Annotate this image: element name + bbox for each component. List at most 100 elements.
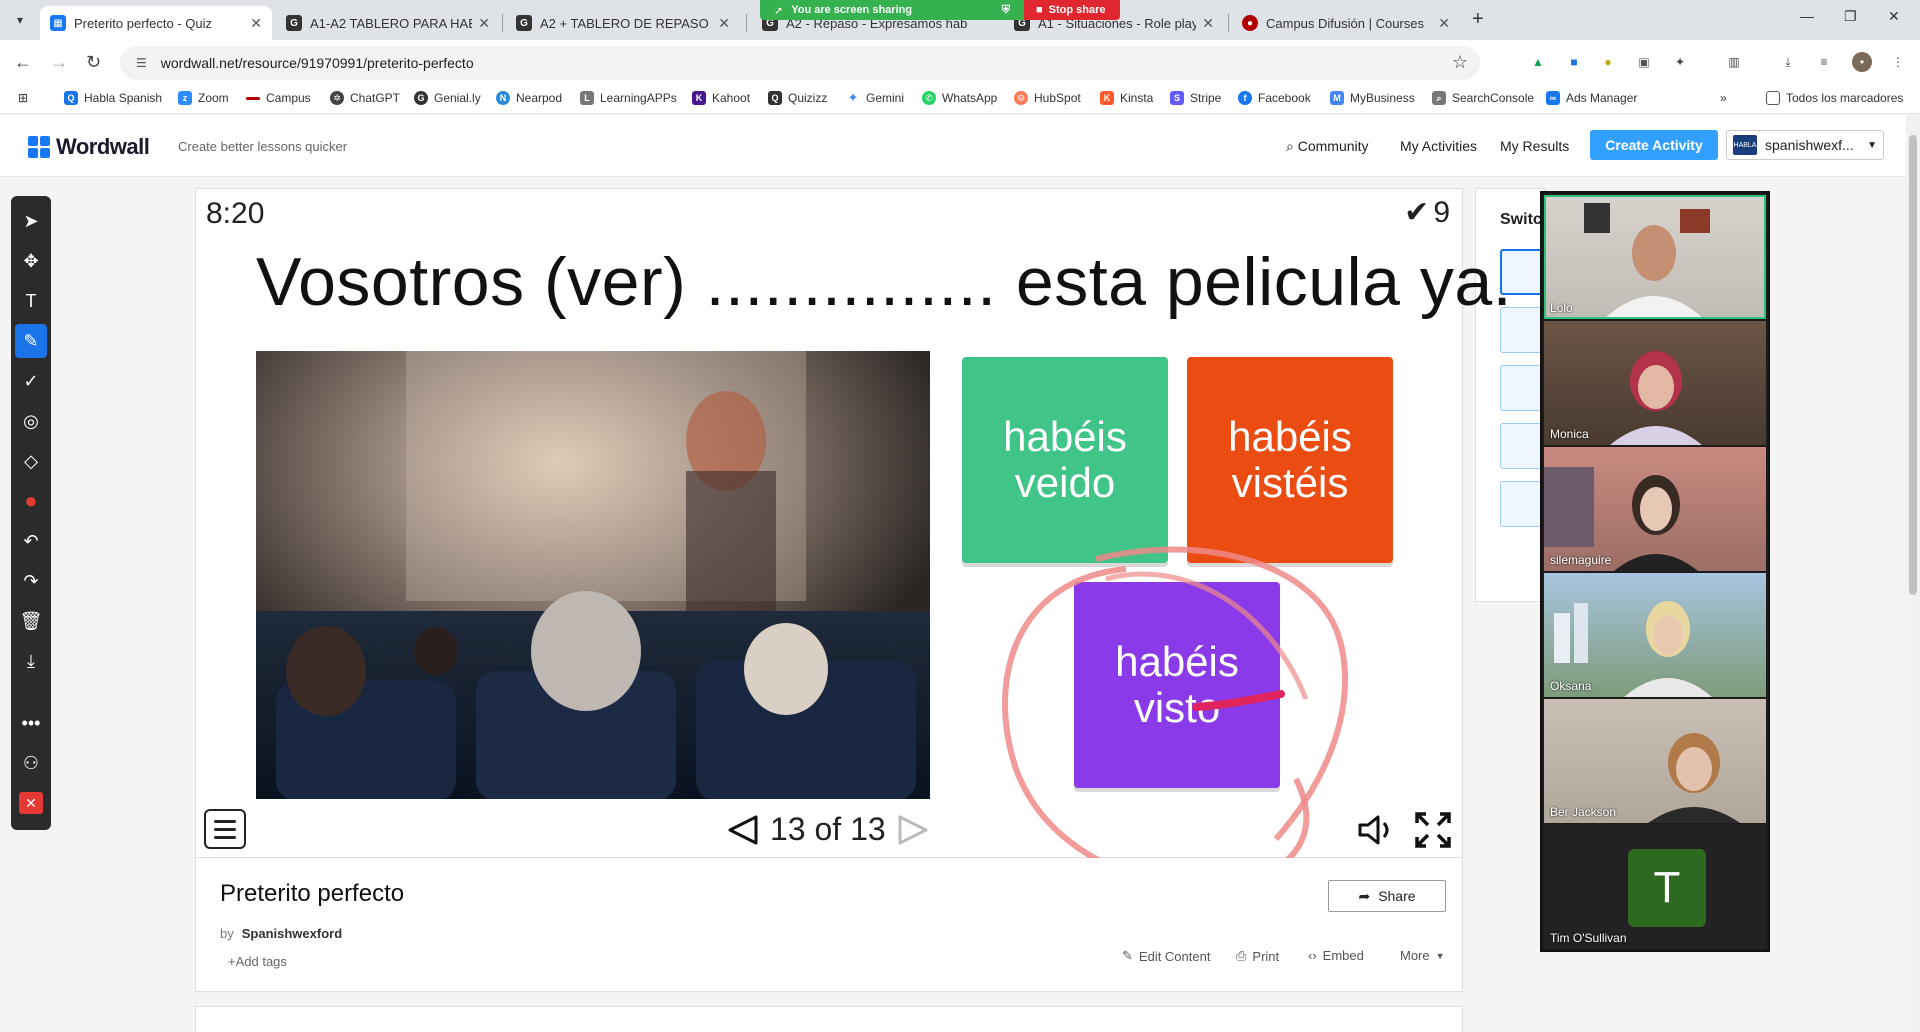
answer-option-1[interactable]: habéis veido bbox=[962, 357, 1168, 563]
close-tab-icon[interactable]: ✕ bbox=[718, 15, 730, 32]
move-icon[interactable]: ✥ bbox=[11, 244, 51, 278]
color-picker-icon[interactable]: ● bbox=[11, 484, 51, 518]
participant-tile[interactable]: Oksana bbox=[1544, 573, 1766, 697]
new-tab-button[interactable]: + bbox=[1472, 8, 1484, 31]
tab-wordwall[interactable]: ▦ Preterito perfecto - Quiz ✕ bbox=[40, 6, 272, 40]
all-bookmarks-folder[interactable]: Todos los marcadores bbox=[1766, 91, 1903, 105]
bookmark-nearpod[interactable]: N Nearpod bbox=[496, 91, 562, 105]
edit-content-link[interactable]: ✎ Edit Content bbox=[1122, 948, 1210, 964]
bookmark-hubspot[interactable]: ⚙ HubSpot bbox=[1014, 91, 1081, 105]
bookmark-genially[interactable]: G Genial.ly bbox=[414, 91, 481, 105]
screen-share-status: ➚ You are screen sharing ⛨ bbox=[760, 0, 1024, 20]
bookmark-zoom[interactable]: z Zoom bbox=[178, 91, 229, 105]
delete-extension-icon[interactable]: ▥ bbox=[1724, 52, 1744, 72]
close-tab-icon[interactable]: ✕ bbox=[250, 15, 262, 32]
close-annotation-icon[interactable]: ✕ bbox=[11, 786, 51, 820]
bookmark-habla-spanish[interactable]: Q Habla Spanish bbox=[64, 91, 162, 105]
undo-icon[interactable]: ↶ bbox=[11, 524, 51, 558]
answer-option-2[interactable]: habéis vistéis bbox=[1187, 357, 1393, 563]
wordwall-logo[interactable]: Wordwall bbox=[28, 134, 150, 160]
print-link[interactable]: ⎙ Print bbox=[1236, 948, 1279, 964]
answer-option-3[interactable]: habéis visto bbox=[1074, 582, 1280, 788]
quiz-menu-button[interactable] bbox=[204, 809, 246, 849]
participant-tile[interactable]: T Tim O'Sullivan bbox=[1544, 825, 1766, 949]
back-icon[interactable]: ← bbox=[14, 52, 32, 73]
tab-campus-difusion[interactable]: ● Campus Difusión | Courses ✕ bbox=[1232, 6, 1460, 40]
close-window-icon[interactable]: ✕ bbox=[1888, 8, 1900, 25]
bookmark-quizizz[interactable]: Q Quizizz bbox=[768, 91, 827, 105]
template-thumb[interactable] bbox=[1500, 423, 1544, 469]
more-bookmarks-icon[interactable]: » bbox=[1720, 91, 1727, 105]
bookmark-gemini[interactable]: ✦ Gemini bbox=[846, 90, 904, 105]
bookmark-searchconsole[interactable]: ⌕ SearchConsole bbox=[1432, 91, 1534, 105]
bookmark-ads-manager[interactable]: ∞ Ads Manager bbox=[1546, 91, 1637, 105]
tab-tablero-hablar[interactable]: G A1-A2 TABLERO PARA HABLAR ✕ bbox=[276, 6, 500, 40]
address-bar[interactable]: ☰ wordwall.net/resource/91970991/preteri… bbox=[120, 46, 1480, 80]
select-pointer-icon[interactable]: ➤ bbox=[11, 204, 51, 238]
extension-icon[interactable]: ● bbox=[1598, 52, 1618, 72]
stop-share-button[interactable]: ■ Stop share bbox=[1024, 0, 1120, 20]
create-activity-button[interactable]: Create Activity bbox=[1590, 130, 1718, 160]
bookmark-facebook[interactable]: f Facebook bbox=[1238, 91, 1311, 105]
annotator-user-icon[interactable]: ⚇ bbox=[11, 746, 51, 780]
bookmark-mybusiness[interactable]: M MyBusiness bbox=[1330, 91, 1415, 105]
template-thumb[interactable] bbox=[1500, 365, 1544, 411]
download-icon[interactable]: ⤓ bbox=[1778, 52, 1798, 72]
profile-avatar[interactable]: • bbox=[1852, 52, 1872, 72]
bookmark-learningapps[interactable]: L LearningAPPs bbox=[580, 91, 677, 105]
text-tool-icon[interactable]: T bbox=[11, 284, 51, 318]
save-download-icon[interactable]: ⤓ bbox=[11, 644, 51, 678]
drive-extension-icon[interactable]: ▲ bbox=[1528, 52, 1548, 72]
nav-community[interactable]: ⌕ Community bbox=[1286, 138, 1369, 155]
page-scrollbar[interactable] bbox=[1906, 115, 1920, 1032]
participant-tile[interactable]: Lolo bbox=[1544, 195, 1766, 319]
author-link[interactable]: Spanishwexford bbox=[242, 926, 342, 941]
previous-arrow-icon[interactable] bbox=[726, 813, 760, 847]
add-tags-link[interactable]: +Add tags bbox=[228, 954, 287, 969]
site-info-icon[interactable]: ☰ bbox=[136, 56, 147, 70]
reload-icon[interactable]: ↻ bbox=[86, 52, 101, 73]
nav-my-activities[interactable]: My Activities bbox=[1400, 138, 1477, 154]
trash-extension-icon[interactable]: ■ bbox=[1564, 52, 1584, 72]
restore-icon[interactable]: ❐ bbox=[1844, 8, 1857, 25]
bookmark-stripe[interactable]: S Stripe bbox=[1170, 91, 1221, 105]
bookmark-campus[interactable]: Campus bbox=[246, 91, 311, 105]
participant-tile[interactable]: Monica bbox=[1544, 321, 1766, 445]
browser-menu-icon[interactable]: ⋮ bbox=[1888, 52, 1908, 72]
close-tab-icon[interactable]: ✕ bbox=[1202, 15, 1214, 32]
tab-search-button[interactable]: ▾ bbox=[8, 8, 32, 32]
next-arrow-icon[interactable] bbox=[896, 813, 930, 847]
nav-my-results[interactable]: My Results bbox=[1500, 138, 1569, 154]
template-thumb[interactable] bbox=[1500, 481, 1544, 527]
clear-trash-icon[interactable]: 🗑 bbox=[11, 604, 51, 638]
more-menu[interactable]: More ▼ bbox=[1400, 948, 1445, 963]
participant-tile[interactable]: silemaguire bbox=[1544, 447, 1766, 571]
participant-tile[interactable]: Ber Jackson bbox=[1544, 699, 1766, 823]
share-button[interactable]: ➦ Share bbox=[1328, 880, 1446, 912]
scrollbar-thumb[interactable] bbox=[1909, 135, 1917, 595]
tab-tablero-repaso[interactable]: G A2 + TABLERO DE REPASO colo ✕ bbox=[506, 6, 740, 40]
bookmark-chatgpt[interactable]: ✲ ChatGPT bbox=[330, 91, 400, 105]
embed-link[interactable]: ‹› Embed bbox=[1308, 948, 1364, 963]
more-options-icon[interactable]: ••• bbox=[11, 706, 51, 740]
bookmark-star-icon[interactable]: ☆ bbox=[1452, 52, 1468, 73]
account-menu[interactable]: HABLA spanishwexf... ▼ bbox=[1726, 130, 1884, 160]
minimize-icon[interactable]: — bbox=[1800, 8, 1814, 24]
pen-tool-icon[interactable]: ✎ bbox=[15, 324, 47, 358]
code-extension-icon[interactable]: ▣ bbox=[1634, 52, 1654, 72]
check-stamp-icon[interactable]: ✓ bbox=[11, 364, 51, 398]
redo-icon[interactable]: ↷ bbox=[11, 564, 51, 598]
close-tab-icon[interactable]: ✕ bbox=[478, 15, 490, 32]
apps-grid-icon[interactable]: ⊞ bbox=[18, 91, 28, 105]
spotlight-icon[interactable]: ◎ bbox=[11, 404, 51, 438]
bookmark-whatsapp[interactable]: ✆ WhatsApp bbox=[922, 91, 997, 105]
close-tab-icon[interactable]: ✕ bbox=[1438, 15, 1450, 32]
extensions-puzzle-icon[interactable]: ✦ bbox=[1670, 52, 1690, 72]
bookmark-kinsta[interactable]: K Kinsta bbox=[1100, 91, 1153, 105]
forward-icon[interactable]: → bbox=[50, 52, 68, 73]
sound-icon[interactable] bbox=[1356, 813, 1396, 847]
bookmark-kahoot[interactable]: K Kahoot bbox=[692, 91, 750, 105]
eraser-icon[interactable]: ◇ bbox=[11, 444, 51, 478]
media-control-icon[interactable]: ≡ bbox=[1814, 52, 1834, 72]
fullscreen-icon[interactable] bbox=[1414, 811, 1452, 849]
